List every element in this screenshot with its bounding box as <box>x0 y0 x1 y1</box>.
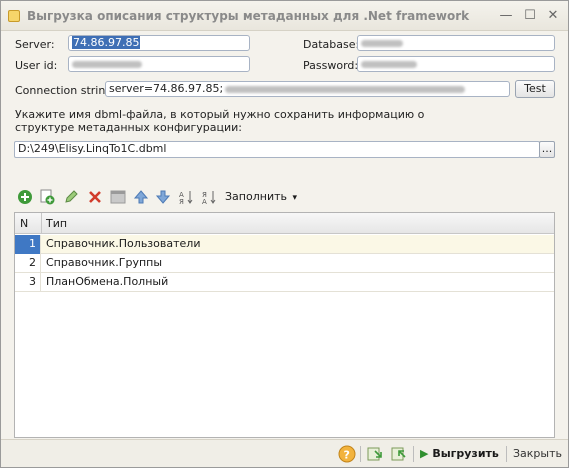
database-label: Database: <box>303 38 360 51</box>
footer-divider <box>413 446 414 462</box>
password-label: Password: <box>303 59 359 72</box>
row-number: 1 <box>15 235 41 254</box>
play-icon: ▶ <box>420 447 429 460</box>
redacted-password <box>361 60 417 68</box>
minimize-button[interactable]: — <box>497 8 515 24</box>
delete-icon[interactable] <box>87 189 103 205</box>
userid-input[interactable] <box>68 56 250 72</box>
fill-menu-button[interactable]: Заполнить ▾ <box>225 190 297 203</box>
dbml-file-input[interactable]: D:\249\Elisy.LinqTo1C.dbml <box>14 141 540 158</box>
help-icon[interactable]: ? <box>338 445 356 463</box>
close-dialog-button[interactable]: Закрыть <box>513 445 562 463</box>
userid-label: User id: <box>15 59 58 72</box>
redacted-userid <box>72 60 142 68</box>
import-settings-icon[interactable] <box>366 445 384 463</box>
fill-menu-label: Заполнить <box>225 190 287 203</box>
table-row[interactable]: 3 ПланОбмена.Полный <box>15 273 554 292</box>
add-icon[interactable] <box>17 189 33 205</box>
metadata-types-table[interactable]: N Тип 1 Справочник.Пользователи 2 Справо… <box>14 212 555 438</box>
dialog-footer: ? ▶ Выгрузить Закрыть <box>1 439 568 467</box>
close-button[interactable]: ✕ <box>544 8 562 24</box>
connection-value: server=74.86.97.85; <box>109 82 224 95</box>
app-icon <box>8 10 20 22</box>
table-row[interactable]: 1 Справочник.Пользователи <box>15 235 554 254</box>
sort-ascending-icon[interactable]: AЯ <box>178 189 194 205</box>
svg-text:A: A <box>202 198 207 205</box>
test-button[interactable]: Test <box>515 80 555 98</box>
column-header-type[interactable]: Тип <box>46 217 67 230</box>
disabled-grid-icon <box>110 189 126 205</box>
redacted-connection <box>225 85 466 93</box>
connection-string-input[interactable]: server=74.86.97.85; <box>105 81 510 97</box>
move-down-icon[interactable] <box>155 189 171 205</box>
row-type: Справочник.Группы <box>46 256 163 269</box>
column-header-n[interactable]: N <box>20 217 28 230</box>
server-label: Server: <box>15 38 55 51</box>
dialog-window: Выгрузка описания структуры метаданных д… <box>0 0 569 468</box>
maximize-button[interactable]: ☐ <box>521 8 539 24</box>
row-number: 3 <box>15 273 41 292</box>
column-divider <box>41 213 42 234</box>
hint-text-line1: Укажите имя dbml-файла, в который нужно … <box>15 108 425 121</box>
chevron-down-icon: ▾ <box>292 193 298 203</box>
help-glyph: ? <box>344 449 350 462</box>
edit-icon[interactable] <box>63 189 79 205</box>
row-number: 2 <box>15 254 41 273</box>
add-copy-icon[interactable] <box>39 189 55 205</box>
table-row[interactable]: 2 Справочник.Группы <box>15 254 554 273</box>
password-input[interactable] <box>357 56 555 72</box>
database-input[interactable] <box>357 35 555 51</box>
footer-divider <box>360 446 361 462</box>
grid-toolbar: AЯ ЯA Заполнить ▾ <box>15 187 555 207</box>
export-button[interactable]: ▶ Выгрузить <box>420 445 499 463</box>
browse-button[interactable]: ... <box>539 141 555 158</box>
footer-divider <box>506 446 507 462</box>
hint-text-line2: структуре метаданных конфигурации: <box>15 121 243 134</box>
redacted-database <box>361 39 403 47</box>
row-type: Справочник.Пользователи <box>46 237 201 250</box>
row-type: ПланОбмена.Полный <box>46 275 169 288</box>
window-title: Выгрузка описания структуры метаданных д… <box>27 9 470 23</box>
move-up-icon[interactable] <box>133 189 149 205</box>
server-value: 74.86.97.85 <box>72 36 141 49</box>
svg-text:Я: Я <box>179 198 184 205</box>
title-bar: Выгрузка описания структуры метаданных д… <box>1 1 568 31</box>
sort-descending-icon[interactable]: ЯA <box>201 189 217 205</box>
server-input[interactable]: 74.86.97.85 <box>68 35 250 51</box>
export-label: Выгрузить <box>432 447 499 460</box>
table-header: N Тип <box>15 213 554 234</box>
export-settings-icon[interactable] <box>390 445 408 463</box>
connection-label: Connection string: <box>15 84 117 97</box>
